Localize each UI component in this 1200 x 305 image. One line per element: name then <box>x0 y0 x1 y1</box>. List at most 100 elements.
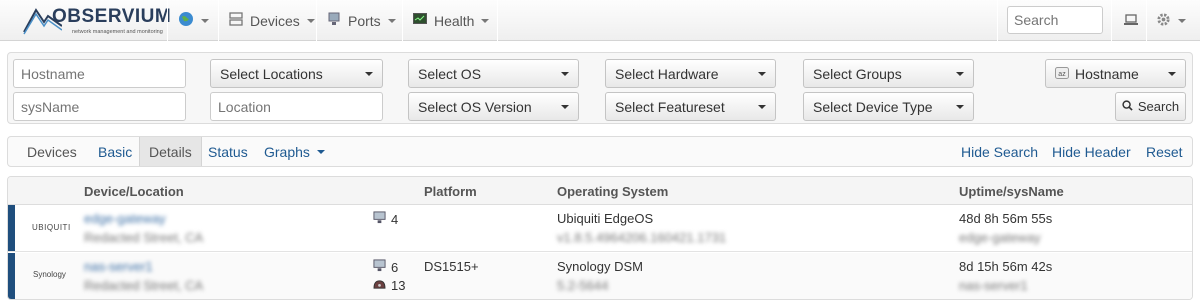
chevron-down-icon <box>316 149 325 154</box>
chevron-down-icon <box>365 71 373 76</box>
device-type-select-label: Select Device Type <box>813 98 933 115</box>
locations-select[interactable]: Select Locations <box>210 59 383 88</box>
featureset-select[interactable]: Select Featureset <box>605 92 776 121</box>
os-version: 5.2-5644 <box>557 278 609 293</box>
nav-divider <box>1111 0 1112 41</box>
top-navbar: OBSERVIUM network management and monitor… <box>0 0 1200 41</box>
status-stripe <box>8 253 15 299</box>
table-row[interactable]: UBIQUITI edge-gateway Redacted Street, C… <box>8 205 1192 252</box>
reset-link[interactable]: Reset <box>1146 137 1183 166</box>
nav-health[interactable]: Health <box>413 0 490 41</box>
os-name: Synology DSM <box>557 259 643 274</box>
uptime: 48d 8h 56m 55s <box>959 211 1053 226</box>
monitor-icon <box>413 12 427 29</box>
nav-divider <box>218 0 219 41</box>
ubiquiti-logo: UBIQUITI <box>32 223 71 232</box>
hostname-input[interactable] <box>13 59 186 88</box>
nav-divider <box>167 0 168 41</box>
hide-header-link[interactable]: Hide Header <box>1052 137 1131 166</box>
globe-menu[interactable] <box>178 0 209 41</box>
location-input[interactable] <box>210 92 383 121</box>
search-icon <box>1122 99 1133 114</box>
server-icon <box>229 12 243 29</box>
sort-select-label: Hostname <box>1075 65 1139 82</box>
col-operating-system: Operating System <box>557 184 669 199</box>
groups-select[interactable]: Select Groups <box>803 59 974 88</box>
gear-icon <box>1156 12 1171 30</box>
os-select-label: Select OS <box>418 65 482 82</box>
observium-logo[interactable]: OBSERVIUM network management and monitor… <box>22 4 172 36</box>
chevron-down-icon <box>758 104 766 109</box>
disk-count: 13 <box>373 278 405 293</box>
nav-divider <box>402 0 403 41</box>
device-type-select[interactable]: Select Device Type <box>803 92 974 121</box>
device-location: Redacted Street, CA <box>84 278 204 293</box>
nav-divider <box>997 0 998 41</box>
network-port-icon <box>373 211 386 227</box>
disk-count-value: 13 <box>391 278 406 293</box>
port-count: 6 <box>373 259 398 275</box>
synology-logo: Synology <box>33 270 66 279</box>
os-version-select[interactable]: Select OS Version <box>408 92 579 121</box>
device-hostname[interactable]: nas-server1 <box>84 259 153 274</box>
settings-menu[interactable] <box>1156 0 1186 41</box>
nav-devices-label: Devices <box>250 12 300 29</box>
groups-select-label: Select Groups <box>813 65 902 82</box>
table-header: Device/Location Platform Operating Syste… <box>8 177 1192 205</box>
port-count-value: 4 <box>391 211 399 227</box>
tab-status[interactable]: Status <box>208 137 248 166</box>
tab-graphs-label: Graphs <box>264 143 310 160</box>
svg-text:az: az <box>1058 71 1066 78</box>
sort-alpha-icon: az <box>1055 66 1069 82</box>
brand-tagline: network management and monitoring <box>72 29 163 35</box>
chevron-down-icon <box>956 104 964 109</box>
sort-select[interactable]: az Hostname <box>1045 59 1186 88</box>
sysname-input[interactable] <box>13 92 186 121</box>
chevron-down-icon <box>561 104 569 109</box>
table-row[interactable]: Synology nas-server1 Redacted Street, CA… <box>8 253 1192 299</box>
laptop-menu[interactable] <box>1123 0 1139 41</box>
featureset-select-label: Select Featureset <box>615 98 725 115</box>
nav-divider <box>497 0 498 41</box>
os-version-select-label: Select OS Version <box>418 98 532 115</box>
nav-divider <box>316 0 317 41</box>
nav-health-label: Health <box>434 12 475 29</box>
device-search-panel: Select Locations Select OS Select OS Ver… <box>7 52 1193 124</box>
laptop-icon <box>1123 13 1139 29</box>
search-button-label: Search <box>1137 99 1180 114</box>
search-button[interactable]: Search <box>1115 92 1186 121</box>
brand-name: OBSERVIUM <box>52 6 172 27</box>
tabbar-title: Devices <box>27 143 77 160</box>
port-count: 4 <box>373 211 398 227</box>
devices-table: Device/Location Platform Operating Syste… <box>7 176 1193 300</box>
tab-basic[interactable]: Basic <box>98 137 132 166</box>
platform: DS1515+ <box>424 259 479 274</box>
network-port-icon <box>373 259 386 275</box>
tab-graphs[interactable]: Graphs <box>264 137 325 166</box>
col-uptime-sysname: Uptime/sysName <box>959 184 1064 199</box>
tab-details[interactable]: Details <box>139 137 202 166</box>
network-port-icon <box>327 12 341 29</box>
device-location: Redacted Street, CA <box>84 230 204 245</box>
col-device-location: Device/Location <box>84 184 184 199</box>
nav-divider <box>1146 0 1147 41</box>
nav-devices[interactable]: Devices <box>229 0 315 41</box>
nav-ports-label: Ports <box>348 12 381 29</box>
globe-icon <box>178 11 194 30</box>
os-name: Ubiquiti EdgeOS <box>557 211 654 226</box>
devices-tabbar: Devices Basic Details Status Graphs Hide… <box>7 136 1193 167</box>
status-stripe <box>8 205 15 251</box>
sysname: nas-server1 <box>959 278 1028 293</box>
nav-ports[interactable]: Ports <box>327 0 396 41</box>
chevron-down-icon <box>561 71 569 76</box>
os-select[interactable]: Select OS <box>408 59 579 88</box>
chevron-down-icon <box>1168 71 1176 76</box>
hardware-select[interactable]: Select Hardware <box>605 59 776 88</box>
col-platform: Platform <box>424 184 477 199</box>
chevron-down-icon <box>758 71 766 76</box>
sysname: edge-gateway <box>959 230 1041 245</box>
hide-search-link[interactable]: Hide Search <box>961 137 1038 166</box>
device-hostname[interactable]: edge-gateway <box>84 211 166 226</box>
port-count-value: 6 <box>391 259 399 275</box>
global-search-input[interactable] <box>1007 6 1103 34</box>
